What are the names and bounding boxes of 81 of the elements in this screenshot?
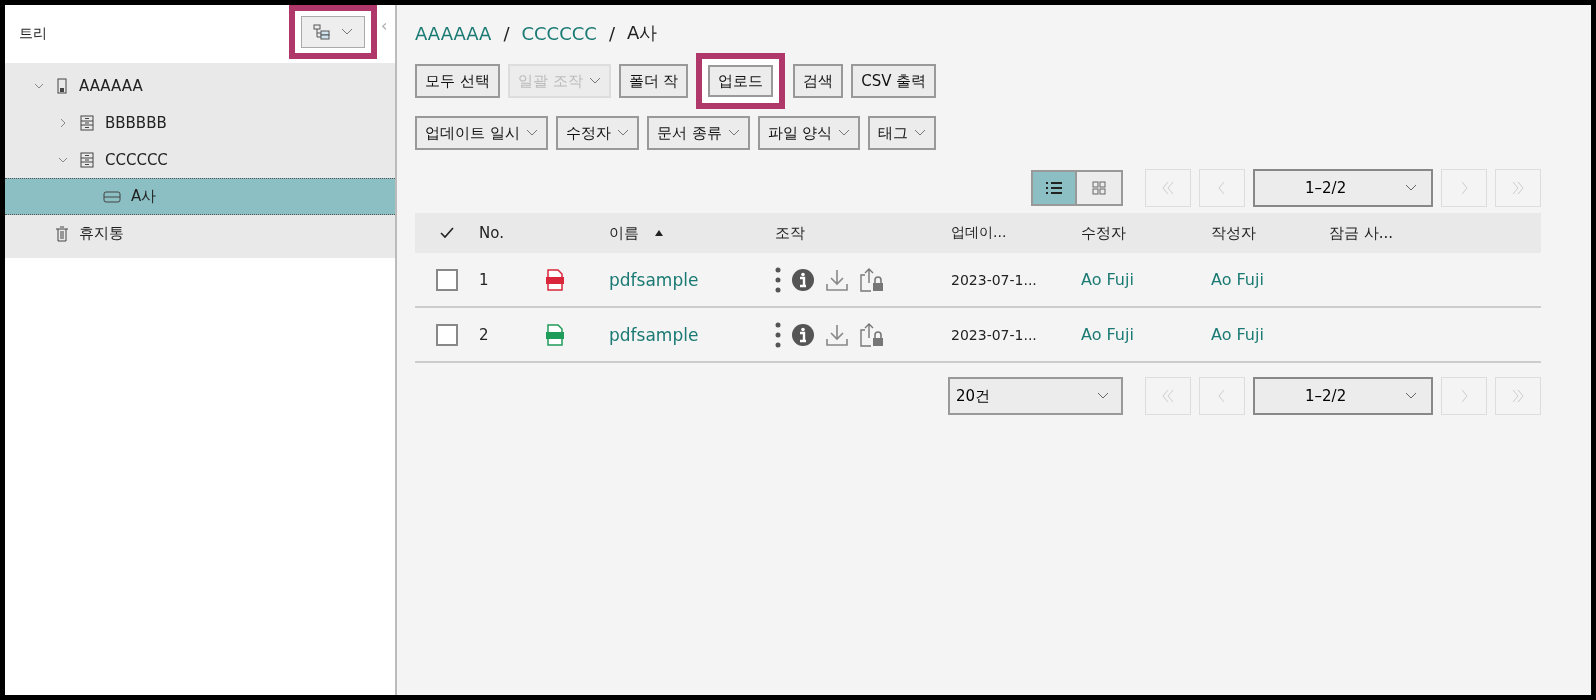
toolbar-button[interactable]: 검색 — [793, 64, 844, 98]
caret-icon — [588, 77, 601, 85]
file-name-link[interactable]: pdfsample — [609, 269, 699, 290]
tray-icon — [103, 189, 121, 204]
filter-dropdown[interactable]: 문서 종류 — [646, 116, 750, 150]
toolbar-button[interactable]: 업로드 — [696, 53, 786, 109]
toolbar-button[interactable]: 모두 선택 — [415, 64, 500, 98]
double-chevron-right-icon — [1510, 181, 1526, 195]
caret-icon — [838, 129, 851, 137]
drawer-icon — [79, 151, 95, 168]
double-chevron-right-icon — [1510, 389, 1526, 403]
page-size-select[interactable]: 20건 — [948, 377, 1123, 415]
column-header[interactable]: 수정자 — [1081, 223, 1126, 243]
tree-structure-icon — [313, 24, 331, 40]
select-all-check-icon[interactable] — [440, 227, 454, 239]
row-checkbox[interactable] — [436, 268, 458, 291]
file-name-link[interactable]: pdfsample — [609, 324, 699, 345]
table-cell: 2023-07-1... — [951, 271, 1037, 288]
breadcrumb-separator: / — [503, 22, 510, 44]
tree-item[interactable]: BBBBBB — [5, 104, 395, 141]
chevron-right-icon — [1459, 181, 1469, 195]
breadcrumb-separator: / — [608, 22, 615, 44]
breadcrumb-link[interactable]: AAAAAA — [415, 22, 492, 44]
tree-item[interactable]: CCCCCC — [5, 141, 395, 178]
user-link[interactable]: Ao Fuji — [1211, 270, 1264, 289]
caret-icon — [1097, 392, 1109, 400]
chevron-right-icon — [1459, 389, 1469, 403]
toolbar-button[interactable]: CSV 출력 — [851, 64, 937, 98]
list-icon — [1045, 181, 1063, 195]
caret-icon — [914, 129, 927, 137]
caret-icon — [1405, 184, 1417, 192]
filter-dropdown[interactable]: 태그 — [868, 116, 937, 150]
caret-icon — [727, 129, 740, 137]
user-link[interactable]: Ao Fuji — [1081, 325, 1134, 344]
caret-icon — [341, 28, 353, 36]
cabinet-icon — [55, 77, 69, 94]
filter-dropdown[interactable]: 업데이트 일시 — [415, 116, 548, 150]
column-header[interactable]: 이름 — [609, 223, 663, 243]
column-header[interactable]: 조작 — [775, 223, 805, 243]
page-select[interactable]: 1–2/2 — [1253, 377, 1433, 415]
user-link[interactable]: Ao Fuji — [1211, 325, 1264, 344]
chevron-left-icon — [1217, 181, 1227, 195]
drawer-icon — [79, 114, 95, 131]
more-options-icon[interactable] — [775, 266, 781, 293]
user-link[interactable]: Ao Fuji — [1081, 270, 1134, 289]
breadcrumb-current: A사 — [626, 21, 658, 45]
info-icon[interactable] — [791, 267, 815, 292]
sort-ascending-icon — [655, 230, 663, 236]
filter-dropdown[interactable]: 수정자 — [555, 116, 639, 150]
column-header[interactable]: 업데이... — [951, 224, 1007, 242]
tree-view-dropdown[interactable] — [301, 16, 365, 48]
caret-icon — [616, 129, 629, 137]
panel-title: 트리 — [19, 25, 48, 43]
double-chevron-left-icon — [1160, 181, 1176, 195]
double-chevron-left-icon — [1160, 389, 1176, 403]
trash-icon — [55, 225, 69, 242]
caret-icon — [1405, 392, 1417, 400]
download-icon[interactable] — [825, 322, 849, 347]
info-icon[interactable] — [791, 322, 815, 347]
tree-item[interactable]: 휴지통 — [5, 215, 395, 252]
filter-dropdown[interactable]: 파일 양식 — [757, 116, 861, 150]
locked-share-icon[interactable] — [859, 266, 885, 293]
table-cell: 2 — [479, 325, 489, 344]
grid-icon — [1092, 181, 1106, 195]
breadcrumb-link[interactable]: CCCCCC — [521, 22, 597, 44]
list-view-button[interactable] — [1033, 172, 1077, 204]
more-options-icon[interactable] — [775, 321, 781, 348]
chevron-left-icon — [1217, 389, 1227, 403]
row-checkbox[interactable] — [436, 323, 458, 346]
locked-share-icon[interactable] — [859, 321, 885, 348]
page-select[interactable]: 1–2/2 — [1253, 169, 1433, 207]
caret-icon — [525, 129, 538, 137]
table-cell: 2023-07-1... — [951, 326, 1037, 343]
column-header[interactable]: 작성자 — [1211, 223, 1256, 243]
tree-item[interactable]: A사 — [5, 178, 395, 215]
toolbar-button[interactable]: 폴더 작 — [618, 64, 689, 98]
download-icon[interactable] — [825, 267, 849, 292]
column-header[interactable]: 잠금 사... — [1329, 223, 1394, 243]
table-cell: 1 — [479, 270, 489, 289]
column-header[interactable]: No. — [479, 224, 504, 242]
tree-item[interactable]: AAAAAA — [5, 67, 395, 104]
